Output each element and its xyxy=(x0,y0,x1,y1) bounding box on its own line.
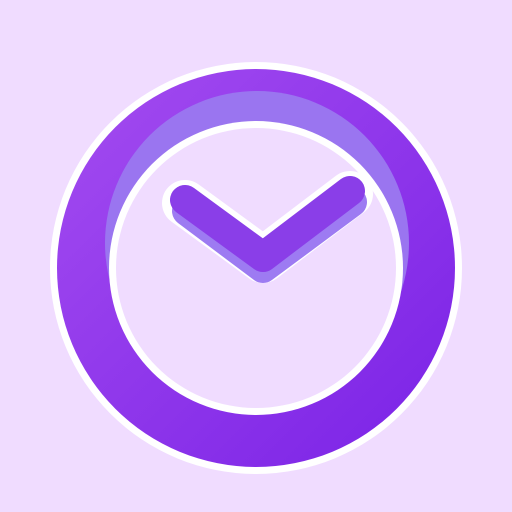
clock-icon xyxy=(0,0,512,512)
app-icon-canvas xyxy=(0,0,512,512)
